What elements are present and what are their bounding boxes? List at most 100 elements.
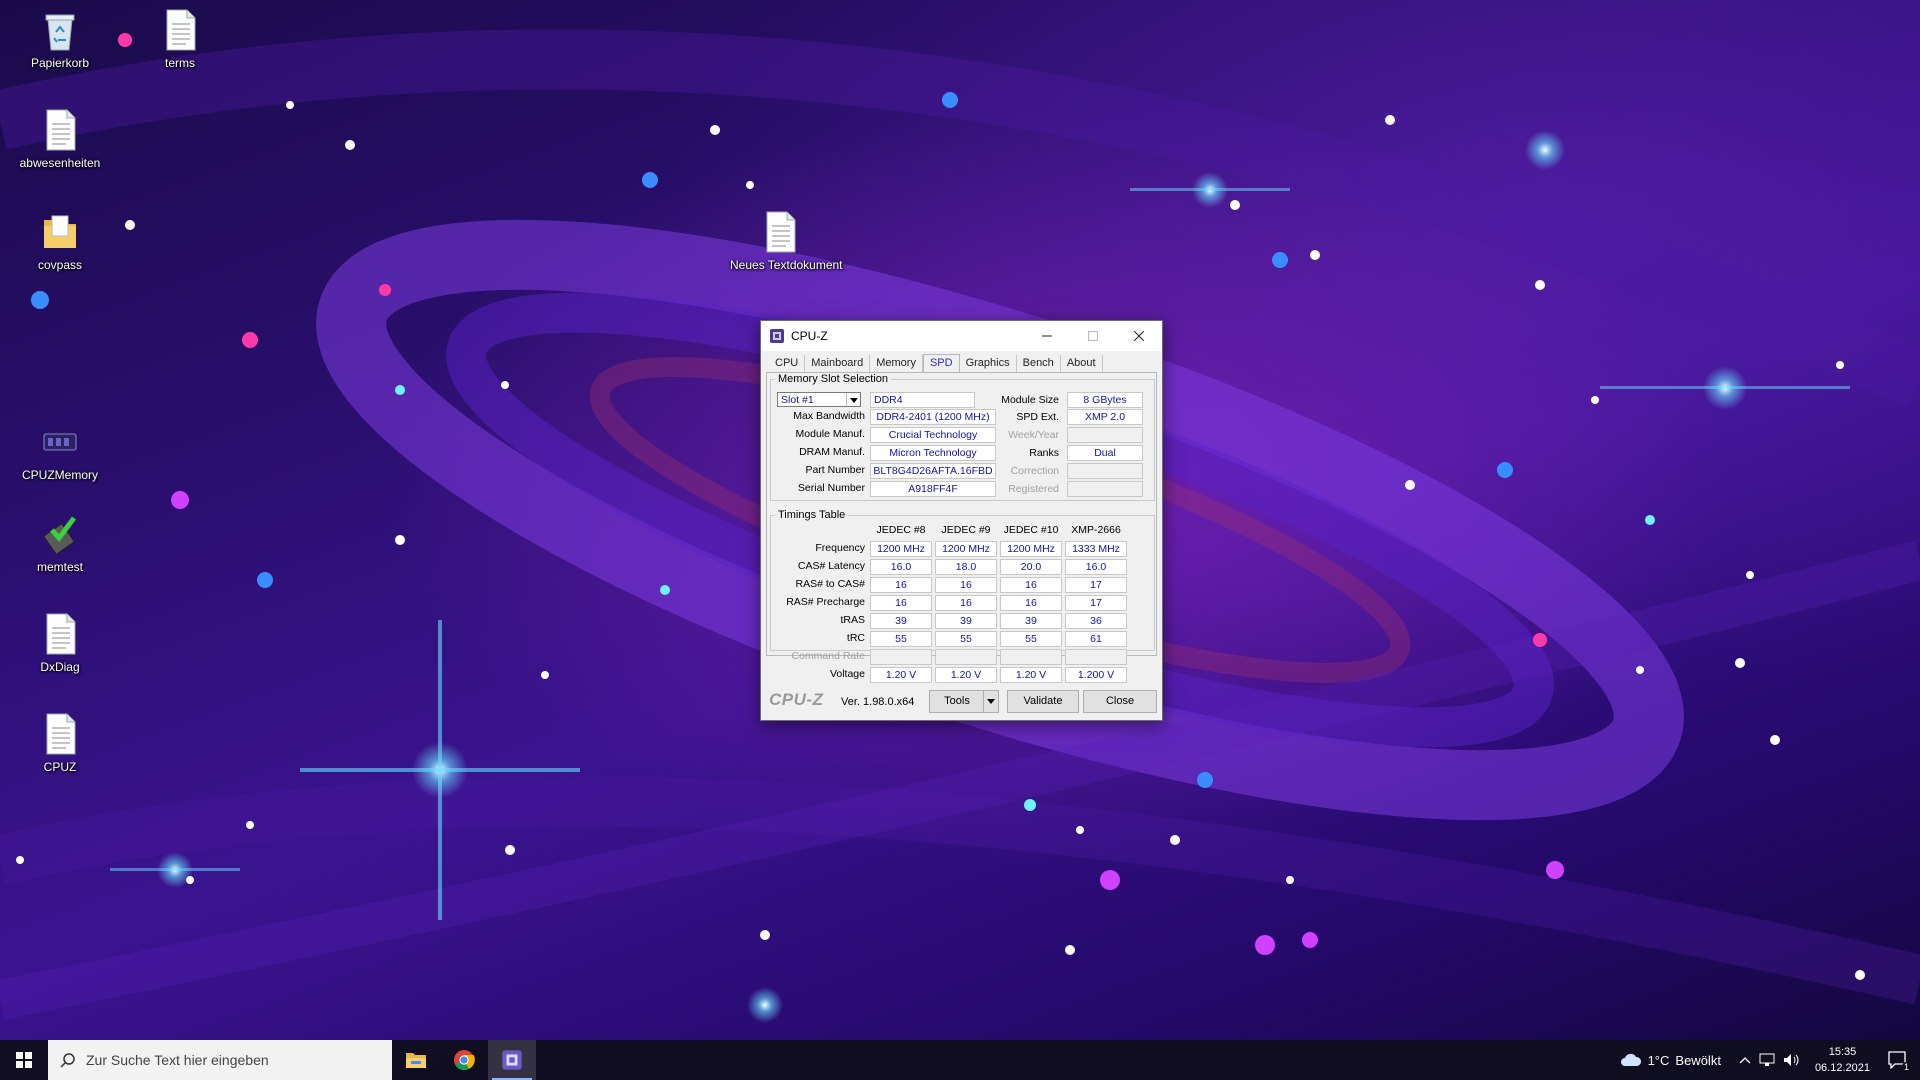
desktop-icon-cpuzmemory[interactable]: CPUZMemory bbox=[10, 420, 110, 482]
folder-icon bbox=[44, 215, 76, 248]
timing-cell: 16 bbox=[870, 595, 932, 611]
taskbar-chrome[interactable] bbox=[440, 1040, 488, 1080]
cloud-icon bbox=[1620, 1053, 1641, 1066]
weather-text: Bewölkt bbox=[1675, 1052, 1721, 1068]
system-tray: 1°C Bewölkt 15:35 06.12.2021 1 bbox=[1616, 1040, 1920, 1080]
taskbar-file-explorer[interactable] bbox=[392, 1040, 440, 1080]
tab-graphics[interactable]: Graphics bbox=[960, 355, 1017, 373]
timing-cell: 17 bbox=[1065, 595, 1127, 611]
desktop-icon-cpuz[interactable]: CPUZ bbox=[10, 712, 110, 774]
correction-field bbox=[1067, 463, 1143, 479]
recycle-bin-icon bbox=[45, 14, 75, 51]
desktop-icon-neues-textdokument[interactable]: Neues Textdokument bbox=[730, 210, 843, 272]
weather-widget[interactable]: 1°C Bewölkt bbox=[1620, 1053, 1721, 1068]
tools-button[interactable]: Tools bbox=[929, 690, 985, 713]
tools-dropdown-button[interactable] bbox=[983, 690, 999, 713]
spd-ext-field: XMP 2.0 bbox=[1067, 409, 1143, 425]
timing-row-label: tRAS bbox=[840, 614, 865, 626]
tab-cpu[interactable]: CPU bbox=[769, 355, 806, 373]
desktop-icon-papierkorb[interactable]: Papierkorb bbox=[10, 8, 110, 70]
chrome-icon bbox=[454, 1050, 475, 1071]
timing-cell: 1200 MHz bbox=[870, 541, 932, 557]
desktop-icon-memtest[interactable]: memtest bbox=[10, 512, 110, 574]
registered-label: Registered bbox=[1008, 483, 1059, 495]
chevron-up-icon bbox=[1739, 1057, 1751, 1064]
validate-button[interactable]: Validate bbox=[1007, 690, 1079, 713]
window-titlebar[interactable]: CPU-Z bbox=[761, 321, 1162, 351]
timing-cell: 16 bbox=[1000, 595, 1062, 611]
serial-number-label: Serial Number bbox=[797, 482, 865, 494]
desktop-icon-label: terms bbox=[165, 56, 195, 70]
taskbar-cpuz[interactable] bbox=[488, 1040, 536, 1080]
timing-row-label: RAS# Precharge bbox=[786, 596, 865, 608]
timings-column-header: JEDEC #10 bbox=[1003, 524, 1059, 536]
volume-button[interactable] bbox=[1783, 1053, 1801, 1067]
timing-cell: 39 bbox=[935, 613, 997, 629]
week-year-label: Week/Year bbox=[1008, 429, 1059, 441]
tab-about[interactable]: About bbox=[1061, 355, 1103, 373]
notification-count-badge: 1 bbox=[1901, 1062, 1911, 1072]
desktop-icon-label: CPUZMemory bbox=[21, 468, 98, 482]
correction-label: Correction bbox=[1010, 465, 1059, 477]
timing-cell: 16 bbox=[935, 577, 997, 593]
tools-button-label: Tools bbox=[944, 695, 970, 707]
close-window-button[interactable] bbox=[1116, 321, 1162, 351]
clock[interactable]: 15:35 06.12.2021 bbox=[1815, 1044, 1870, 1076]
timing-cell: 20.0 bbox=[1000, 559, 1062, 575]
weather-temp: 1°C bbox=[1647, 1052, 1670, 1068]
timing-row-label: RAS# to CAS# bbox=[795, 578, 865, 590]
search-icon bbox=[60, 1053, 75, 1068]
maximize-button[interactable] bbox=[1070, 321, 1116, 351]
tab-bar: CPU Mainboard Memory SPD Graphics Bench … bbox=[769, 351, 1154, 373]
start-button[interactable] bbox=[0, 1040, 48, 1080]
timing-cell: 17 bbox=[1065, 577, 1127, 593]
close-button[interactable]: Close bbox=[1083, 690, 1157, 713]
timing-cell: 55 bbox=[870, 631, 932, 647]
timing-cell: 61 bbox=[1065, 631, 1127, 647]
slot-select-value: Slot #1 bbox=[781, 394, 814, 406]
cpuz-memory-icon bbox=[43, 433, 77, 451]
close-icon bbox=[1134, 331, 1144, 341]
desktop-icon-abwesenheiten[interactable]: abwesenheiten bbox=[10, 108, 110, 170]
tab-mainboard[interactable]: Mainboard bbox=[805, 355, 871, 373]
timing-cell: 55 bbox=[935, 631, 997, 647]
desktop-icon-label: DxDiag bbox=[40, 660, 80, 674]
speaker-icon bbox=[1783, 1054, 1799, 1066]
window-title: CPU-Z bbox=[791, 329, 828, 343]
text-file-icon bbox=[46, 713, 76, 755]
clock-date: 06.12.2021 bbox=[1814, 1062, 1870, 1074]
windows-logo-icon bbox=[16, 1052, 32, 1068]
tab-spd[interactable]: SPD bbox=[922, 354, 960, 373]
desktop-icon-dxdiag[interactable]: DxDiag bbox=[10, 612, 110, 674]
desktop-icon-covpass[interactable]: covpass bbox=[10, 210, 110, 272]
text-file-icon bbox=[46, 109, 76, 151]
tab-bench[interactable]: Bench bbox=[1017, 355, 1061, 373]
timing-cell: 18.0 bbox=[935, 559, 997, 575]
close-button-label: Close bbox=[1105, 695, 1135, 707]
tab-memory[interactable]: Memory bbox=[870, 355, 923, 373]
desktop-icon-label: abwesenheiten bbox=[19, 156, 101, 170]
timing-cell: 16.0 bbox=[870, 559, 932, 575]
network-button[interactable] bbox=[1759, 1053, 1775, 1067]
max-bandwidth-label: Max Bandwidth bbox=[793, 410, 865, 422]
module-size-field: 8 GBytes bbox=[1067, 392, 1143, 408]
desktop-icon-terms[interactable]: terms bbox=[130, 8, 230, 70]
minimize-button[interactable] bbox=[1024, 321, 1070, 351]
show-hidden-icons-button[interactable] bbox=[1739, 1056, 1751, 1064]
timing-cell: 36 bbox=[1065, 613, 1127, 629]
timings-column-header: XMP-2666 bbox=[1071, 524, 1121, 536]
cpuz-logo: CPU-Z bbox=[769, 690, 824, 709]
minimize-icon bbox=[1042, 335, 1052, 337]
memory-slot-selection-legend: Memory Slot Selection bbox=[778, 373, 889, 385]
timing-cell: 16.0 bbox=[1065, 559, 1127, 575]
file-explorer-icon bbox=[406, 1053, 426, 1068]
dram-manuf-label: DRAM Manuf. bbox=[799, 446, 865, 458]
slot-select-dropdown[interactable]: Slot #1 bbox=[777, 392, 861, 407]
memory-type-field: DDR4 bbox=[870, 392, 975, 408]
timing-cell: 1333 MHz bbox=[1065, 541, 1127, 557]
memtest-icon bbox=[42, 516, 76, 556]
search-input[interactable]: Zur Suche Text hier eingeben bbox=[48, 1040, 392, 1080]
maximize-icon bbox=[1088, 331, 1098, 341]
validate-button-label: Validate bbox=[1023, 695, 1063, 707]
notification-center-button[interactable]: 1 bbox=[1888, 1051, 1911, 1072]
